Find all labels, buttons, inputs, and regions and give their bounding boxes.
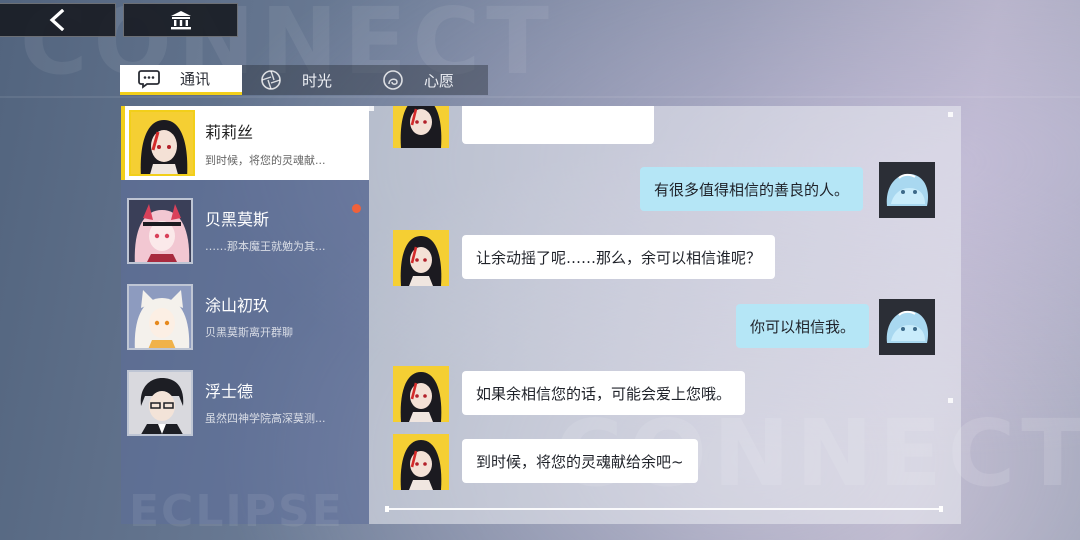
chat-scrollbar[interactable] <box>385 506 943 512</box>
contact-name: 莉莉丝 <box>205 123 254 142</box>
contact-behemoth[interactable]: 贝黑莫斯 ……那本魔王就勉为其... <box>121 192 369 266</box>
contact-name: 涂山初玖 <box>205 296 270 315</box>
message-avatar-lilith <box>393 434 449 490</box>
back-button[interactable] <box>0 3 116 37</box>
tab-label: 时光 <box>302 71 333 90</box>
message-bubble: 你可以相信我。 <box>735 304 869 348</box>
avatar <box>127 198 193 264</box>
panel-corner <box>948 398 953 403</box>
contact-name: 浮士德 <box>205 382 254 401</box>
tab-bar: 通讯 时光 心愿 <box>120 65 488 95</box>
home-button[interactable] <box>123 3 238 37</box>
contact-tushan-chujiu[interactable]: 涂山初玖 贝黑莫斯离开群聊 <box>121 278 369 352</box>
contact-lilith[interactable]: 莉莉丝 到时候，将您的灵魂献... <box>121 106 369 180</box>
chat-bubble-icon <box>138 68 160 90</box>
avatar <box>127 370 193 436</box>
unread-indicator <box>352 204 361 213</box>
contact-preview: 贝黑莫斯离开群聊 <box>205 326 293 339</box>
contact-name: 贝黑莫斯 <box>205 210 270 229</box>
wish-icon <box>382 69 404 91</box>
contact-preview: 虽然四神学院高深莫测... <box>205 412 326 425</box>
avatar <box>129 110 195 176</box>
message-bubble: 让余动摇了呢……那么，余可以相信谁呢？ <box>462 235 776 279</box>
panel-corner <box>948 112 953 117</box>
bank-icon <box>170 10 192 30</box>
tab-moments[interactable]: 时光 <box>242 65 364 95</box>
tab-wishes[interactable]: 心愿 <box>364 65 486 95</box>
background-band <box>0 96 1080 98</box>
contact-list: ECLIPSE 莉莉丝 到时候，将您的灵魂献... 贝黑莫斯 ……那本魔王就勉为… <box>121 106 369 537</box>
message-bubble: 如果余相信您的话，可能会爱上您哦。 <box>462 371 746 415</box>
chat-panel[interactable]: 有很多值得相信的善良的人。 让余动摇了呢……那么，余可以相信谁呢？ 你可以相信我… <box>369 106 961 524</box>
panel-corner <box>369 106 374 111</box>
chevron-left-icon <box>47 9 67 31</box>
contact-preview: 到时候，将您的灵魂献... <box>205 154 326 167</box>
contact-faust[interactable]: 浮士德 虽然四神学院高深莫测... <box>121 364 369 438</box>
avatar <box>127 284 193 350</box>
contact-preview: ……那本魔王就勉为其... <box>205 240 326 253</box>
message-avatar-lilith <box>393 106 449 148</box>
user-avatar <box>879 299 935 355</box>
tab-messages[interactable]: 通讯 <box>120 65 242 95</box>
tab-label: 通讯 <box>180 70 211 88</box>
message-avatar-lilith <box>393 366 449 422</box>
aperture-icon <box>260 69 282 91</box>
message-avatar-lilith <box>393 230 449 286</box>
list-watermark: ECLIPSE <box>129 486 344 537</box>
message-bubble: 有很多值得相信的善良的人。 <box>639 167 863 211</box>
message-bubble <box>462 106 654 144</box>
tab-label: 心愿 <box>424 71 455 90</box>
message-bubble: 到时候，将您的灵魂献给余吧~ <box>462 439 698 483</box>
user-avatar <box>879 162 935 218</box>
